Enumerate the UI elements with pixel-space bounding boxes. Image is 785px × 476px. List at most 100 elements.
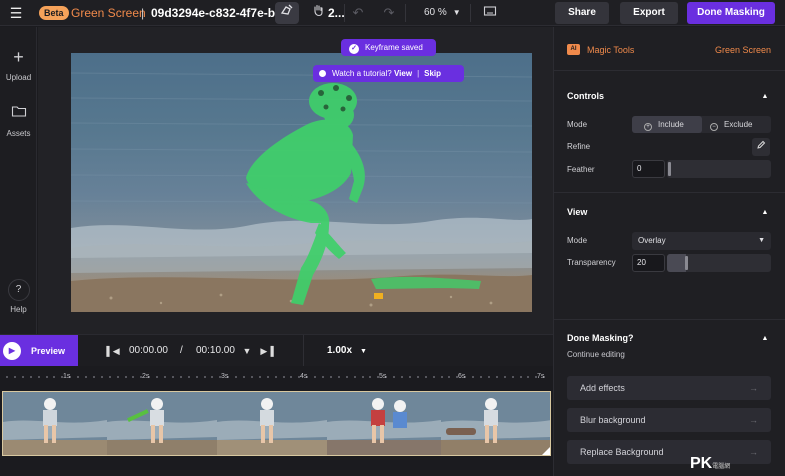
add-effects-button[interactable]: Add effects → <box>567 376 771 400</box>
fit-screen-icon[interactable] <box>478 2 502 24</box>
blur-background-button[interactable]: Blur background → <box>567 408 771 432</box>
assets-button[interactable]: Assets <box>0 103 37 138</box>
keyframe-saved-text: Keyframe saved <box>365 43 423 52</box>
project-id-tail: 2... <box>328 6 345 20</box>
preview-label: Preview <box>31 346 66 356</box>
collapse-done-icon[interactable]: ▲ <box>760 334 770 344</box>
left-rail: + Upload Assets ? Help <box>0 27 37 334</box>
ruler-tick <box>77 376 80 378</box>
skip-start-icon[interactable]: ▌◀ <box>106 344 120 358</box>
green-screen-label: Green Screen <box>714 45 771 55</box>
collapse-controls-icon[interactable]: ▲ <box>760 92 770 102</box>
feather-input[interactable]: 0 <box>632 160 665 178</box>
ruler-tick <box>440 376 443 378</box>
zoom-select[interactable]: 60 % ▼ <box>412 3 466 23</box>
tutorial-view-link[interactable]: View <box>394 69 412 78</box>
arrow-right-icon: → <box>749 383 758 393</box>
done-masking-button[interactable]: Done Masking <box>687 2 775 24</box>
ruler-tick <box>266 376 269 378</box>
ruler-tick <box>393 376 396 378</box>
exclude-option[interactable]: − Exclude <box>704 116 770 133</box>
filmstrip-frame <box>217 392 327 455</box>
ruler-tick <box>503 376 506 378</box>
transparency-slider-fill <box>667 254 686 272</box>
ruler-label: 5s <box>379 373 387 380</box>
feather-slider[interactable] <box>667 160 771 178</box>
ruler-tick <box>424 376 427 378</box>
ruler-tick <box>353 376 356 378</box>
beta-badge: Beta <box>39 6 69 20</box>
ruler-tick <box>432 376 435 378</box>
brush-mask-icon[interactable] <box>275 2 299 24</box>
filmstrip-frame <box>3 392 107 455</box>
ruler-tick <box>100 376 103 378</box>
include-option[interactable]: + Include <box>632 116 702 133</box>
watermark-logo: PK電腦網 <box>690 455 730 476</box>
ruler-tick <box>116 376 119 378</box>
arrow-right-icon: → <box>749 447 758 457</box>
keyframe-saved-toast: ✓ Keyframe saved <box>341 39 436 56</box>
refine-brush-button[interactable] <box>752 138 770 156</box>
include-label: Include <box>658 120 684 129</box>
view-mode-select[interactable]: Overlay ▼ <box>632 232 771 250</box>
tutorial-skip-link[interactable]: Skip <box>424 69 441 78</box>
replace-background-button[interactable]: Replace Background → <box>567 440 771 464</box>
tool-name: Green Screen <box>71 6 146 20</box>
playbar-divider <box>303 335 304 367</box>
ruler-tick <box>519 376 522 378</box>
timeline-ruler[interactable]: 1s 2s 3s 4s 5s 6s 7s <box>0 366 553 390</box>
ruler-tick <box>45 376 48 378</box>
ruler-tick <box>250 376 253 378</box>
assets-label: Assets <box>6 129 31 138</box>
ruler-tick <box>337 376 340 378</box>
help-button[interactable]: ? Help <box>0 279 37 314</box>
upload-button[interactable]: + Upload <box>0 47 37 82</box>
export-button[interactable]: Export <box>620 2 678 24</box>
transparency-slider-handle[interactable] <box>685 256 688 270</box>
share-button[interactable]: Share <box>555 2 609 24</box>
ruler-tick <box>132 376 135 378</box>
ruler-tick <box>179 376 182 378</box>
redo-icon[interactable]: ↷ <box>377 2 401 24</box>
arrow-right-icon: → <box>749 415 758 425</box>
view-title: View <box>567 207 588 217</box>
ruler-label: 7s <box>537 373 545 380</box>
feather-slider-handle[interactable] <box>668 162 671 176</box>
ruler-tick <box>124 376 127 378</box>
total-time: 00:10.00 <box>196 345 235 356</box>
speed-select[interactable]: 1.00x ▼ <box>327 345 367 358</box>
magic-tools-label[interactable]: Magic Tools <box>587 45 634 56</box>
watermark-text: PK <box>690 455 713 472</box>
skip-end-icon[interactable]: ▶▐ <box>260 344 274 358</box>
transparency-slider[interactable] <box>667 254 771 272</box>
chevron-down-icon[interactable]: ▼ <box>240 344 254 358</box>
top-bar: ☰ Beta Green Screen | 09d3294e-c832-4f7e… <box>0 0 785 26</box>
info-dot-icon <box>319 70 326 77</box>
properties-panel: AI Magic Tools Green Screen Controls ▲ M… <box>553 27 785 476</box>
speed-value: 1.00x <box>327 345 353 356</box>
video-preview[interactable] <box>71 53 532 312</box>
current-time: 00:00.00 <box>129 345 168 356</box>
ruler-tick <box>211 376 214 378</box>
ruler-tick <box>13 376 16 378</box>
panel-header: AI Magic Tools Green Screen <box>554 27 785 71</box>
check-icon: ✓ <box>349 44 359 54</box>
ruler-tick <box>480 376 482 378</box>
ruler-tick <box>416 376 419 378</box>
ruler-tick <box>203 376 206 378</box>
video-filmstrip[interactable] <box>2 391 551 456</box>
collapse-view-icon[interactable]: ▲ <box>760 208 770 218</box>
preview-button[interactable]: ▶ Preview <box>0 335 78 367</box>
transparency-input[interactable]: 20 <box>632 254 665 272</box>
ruler-tick <box>258 376 261 378</box>
hand-pan-icon[interactable] <box>306 2 330 24</box>
menu-icon[interactable]: ☰ <box>8 5 24 21</box>
undo-icon[interactable]: ↶ <box>346 2 370 24</box>
ruler-tick <box>85 376 87 378</box>
continue-editing-link[interactable]: Continue editing <box>567 350 625 360</box>
ruler-tick <box>487 376 490 378</box>
ruler-tick <box>322 376 324 378</box>
ruler-label: 4s <box>300 373 308 380</box>
section-divider <box>554 192 785 193</box>
ruler-tick <box>472 376 475 378</box>
